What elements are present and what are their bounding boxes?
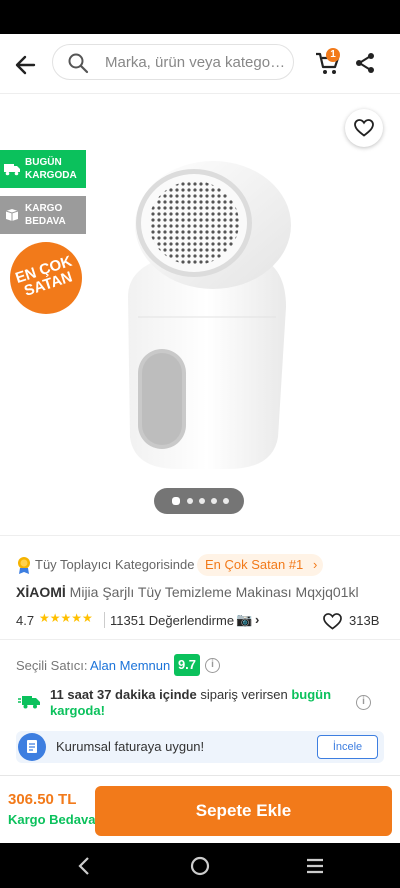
nav-home-icon[interactable] [189, 855, 211, 877]
product-image [128, 161, 291, 469]
best-seller-rank-text: En Çok Satan #1 [205, 557, 304, 572]
nav-back-icon[interactable] [74, 855, 96, 877]
price: 306.50 TL [8, 791, 77, 808]
arrow-left-icon [15, 55, 36, 75]
product-name: Mijia Şarjlı Tüy Temizleme Makinası Mqxj… [69, 584, 359, 600]
bedava-line2: BEDAVA [25, 216, 66, 227]
review-count[interactable]: 11351 Değerlendirme [110, 613, 234, 628]
chevron-right-icon: › [255, 612, 260, 627]
cart-count-badge: 1 [326, 48, 340, 62]
fast-delivery-truck-icon [18, 696, 40, 709]
system-nav-bar [0, 843, 400, 888]
add-to-cart-button[interactable]: Sepete Ekle [95, 786, 392, 836]
product-title: XİAOMİ Mijia Şarjlı Tüy Temizleme Makina… [16, 584, 386, 600]
info-icon[interactable]: i [356, 695, 371, 710]
bugun-kargoda-badge: BUGÜN KARGODA [0, 150, 86, 188]
rating-value: 4.7 [16, 613, 35, 628]
incele-button[interactable]: İncele [317, 735, 378, 759]
seller-score-badge: 9.7 [174, 654, 200, 676]
truck-icon [4, 164, 20, 176]
product-brand[interactable]: XİAOMİ [16, 584, 66, 600]
product-info: Tüy Toplayıcı Kategorisinde En Çok Satan… [0, 535, 400, 775]
best-seller-rank-link[interactable]: En Çok Satan #1 › [197, 554, 324, 576]
shipping-note: Kargo Bedava [8, 812, 96, 827]
star-rating-icon: ★★★★★ [39, 611, 93, 625]
corporate-invoice-banner: Kurumsal faturaya uygun! İncele [16, 731, 384, 763]
share-icon [356, 53, 374, 73]
search-input[interactable]: Marka, ürün veya kategori... [52, 44, 294, 80]
delivery-text: 11 saat 37 dakika içinde sipariş verirse… [50, 687, 350, 719]
divider [0, 639, 400, 640]
delivery-info: 11 saat 37 dakika içinde sipariş verirse… [16, 687, 386, 723]
delivery-time: 11 saat 37 dakika içinde [50, 687, 197, 702]
like-count: 313B [349, 613, 380, 628]
heart-icon [354, 119, 374, 137]
back-button[interactable] [12, 51, 40, 79]
delivery-mid: sipariş verirsen [196, 687, 292, 702]
product-gallery[interactable]: BUGÜN KARGODA KARGO BEDAVA EN ÇOK SATAN [0, 95, 400, 535]
bedava-line1: KARGO [25, 203, 63, 214]
pager-dot[interactable] [199, 498, 205, 504]
gallery-pager[interactable] [154, 488, 244, 514]
rating-separator [104, 612, 105, 628]
camera-icon: 📷 [236, 612, 253, 627]
en-cok-satan-badge: EN ÇOK SATAN [10, 242, 82, 314]
search-placeholder: Marka, ürün veya kategori... [105, 54, 287, 71]
medal-icon [18, 557, 30, 574]
corporate-text: Kurumsal faturaya uygun! [56, 739, 205, 754]
status-bar [0, 0, 400, 34]
bottom-action-bar: 306.50 TL Kargo Bedava Sepete Ekle [0, 775, 400, 843]
kargo-line2: KARGODA [25, 170, 77, 181]
pager-dot[interactable] [187, 498, 193, 504]
heart-outline-icon[interactable] [323, 613, 342, 630]
top-header: Marka, ürün veya kategori... 1 [0, 34, 400, 94]
seller-row: Seçili Satıcı: Alan Memnun 9.7 i [16, 654, 386, 678]
pager-dot[interactable] [223, 498, 229, 504]
kargo-bedava-badge: KARGO BEDAVA [0, 196, 86, 234]
info-icon[interactable]: i [205, 658, 220, 673]
pager-dot[interactable] [172, 497, 180, 505]
chevron-right-icon: › [312, 557, 318, 572]
seller-name-link[interactable]: Alan Memnun [90, 658, 170, 673]
favorite-button[interactable] [345, 109, 383, 147]
box-icon [5, 209, 19, 221]
seller-label: Seçili Satıcı: [16, 658, 88, 673]
category-text: Tüy Toplayıcı Kategorisinde [35, 557, 195, 572]
rating-row[interactable]: 4.7 ★★★★★ 11351 Değerlendirme 📷 › 313B [16, 611, 386, 631]
search-icon [68, 53, 89, 74]
kargo-line1: BUGÜN [25, 157, 62, 168]
pager-dot[interactable] [211, 498, 217, 504]
share-button[interactable] [353, 51, 377, 75]
invoice-icon [18, 733, 46, 761]
nav-menu-icon[interactable] [304, 855, 326, 877]
